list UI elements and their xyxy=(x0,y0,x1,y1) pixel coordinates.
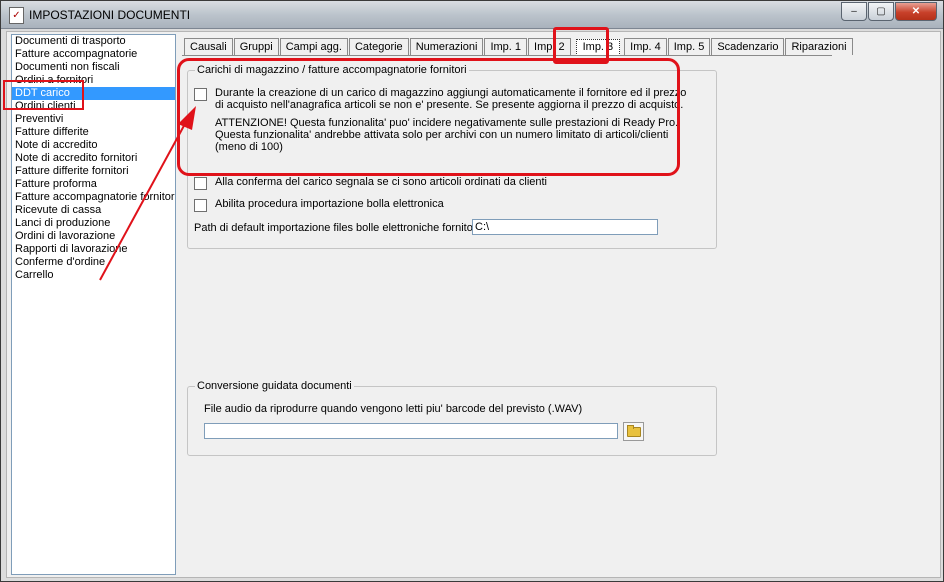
list-item[interactable]: Fatture differite xyxy=(12,126,175,139)
title-bar[interactable]: ✓ IMPOSTAZIONI DOCUMENTI ‒ ▢ ✕ xyxy=(1,1,943,29)
list-item[interactable]: DDT carico xyxy=(12,87,175,100)
ordered-items-option[interactable]: Alla conferma del carico segnala se ci s… xyxy=(194,176,547,190)
warning-line-3: (meno di 100) xyxy=(215,141,283,153)
list-item[interactable]: Ordini di lavorazione xyxy=(12,230,175,243)
list-item[interactable]: Ordini a fornitori xyxy=(12,74,175,87)
import-path-input[interactable] xyxy=(472,219,658,235)
settings-window: ✓ IMPOSTAZIONI DOCUMENTI ‒ ▢ ✕ Documenti… xyxy=(0,0,944,582)
e-delivery-checkbox[interactable] xyxy=(194,199,207,212)
tab-imp-2[interactable]: Imp. 2 xyxy=(528,38,571,55)
warning-line-2: Questa funzionalita' andrebbe attivata s… xyxy=(215,129,669,141)
ordered-items-label: Alla conferma del carico segnala se ci s… xyxy=(215,176,548,188)
folder-icon xyxy=(627,425,641,437)
import-path-label: Path di default importazione files bolle… xyxy=(194,222,479,234)
browse-folder-button[interactable] xyxy=(623,422,644,441)
client-area: Documenti di trasporto Fatture accompagna… xyxy=(6,31,941,578)
e-delivery-label: Abilita procedura importazione bolla ele… xyxy=(215,198,444,210)
tab-campi-agg[interactable]: Campi agg. xyxy=(279,38,348,55)
conversione-group: Conversione guidata documenti File audio… xyxy=(187,380,717,456)
auto-supplier-option[interactable]: Durante la creazione di un carico di mag… xyxy=(194,87,686,153)
list-item[interactable]: Preventivi xyxy=(12,113,175,126)
ordered-items-checkbox[interactable] xyxy=(194,177,207,190)
carichi-group-title: Carichi di magazzino / fatture accompagn… xyxy=(195,64,469,76)
audio-file-input[interactable] xyxy=(204,423,618,439)
auto-supplier-checkbox[interactable] xyxy=(194,88,207,101)
window-controls: ‒ ▢ ✕ xyxy=(840,2,937,21)
tab-imp-1[interactable]: Imp. 1 xyxy=(484,38,528,55)
tab-scadenzario[interactable]: Scadenzario xyxy=(711,38,785,55)
list-item[interactable]: Note di accredito fornitori xyxy=(12,152,175,165)
auto-supplier-label-1: Durante la creazione di un carico di mag… xyxy=(215,87,687,99)
tab-strip: Causali Gruppi Campi agg. Categorie Numerazi… xyxy=(184,38,854,56)
list-item[interactable]: Fatture differite fornitori xyxy=(12,165,175,178)
tab-numerazioni[interactable]: Numerazioni xyxy=(409,38,484,55)
list-item[interactable]: Rapporti di lavorazione xyxy=(12,243,175,256)
carichi-group: Carichi di magazzino / fatture accompagn… xyxy=(187,64,717,249)
list-item[interactable]: Fatture proforma xyxy=(12,178,175,191)
tab-riparazioni[interactable]: Riparazioni xyxy=(785,38,853,55)
list-item[interactable]: Ricevute di cassa xyxy=(12,204,175,217)
document-type-list[interactable]: Documenti di trasporto Fatture accompagna… xyxy=(11,34,176,575)
tab-imp-4[interactable]: Imp. 4 xyxy=(624,38,667,55)
list-item[interactable]: Carrello xyxy=(12,269,175,282)
list-item[interactable]: Documenti di trasporto xyxy=(12,35,175,48)
list-item[interactable]: Note di accredito xyxy=(12,139,175,152)
list-item[interactable]: Fatture accompagnatorie fornitori xyxy=(12,191,175,204)
list-item[interactable]: Documenti non fiscali xyxy=(12,61,175,74)
list-item[interactable]: Conferme d'ordine xyxy=(12,256,175,269)
tab-categorie[interactable]: Categorie xyxy=(348,38,409,55)
warning-line-1: ATTENZIONE! Questa funzionalita' puo' in… xyxy=(215,117,679,129)
audio-file-label: File audio da riprodurre quando vengono … xyxy=(204,403,583,415)
close-button[interactable]: ✕ xyxy=(895,2,937,21)
minimize-button[interactable]: ‒ xyxy=(841,2,867,21)
tab-gruppi[interactable]: Gruppi xyxy=(233,38,279,55)
e-delivery-option[interactable]: Abilita procedura importazione bolla ele… xyxy=(194,198,444,212)
list-item[interactable]: Fatture accompagnatorie xyxy=(12,48,175,61)
list-item[interactable]: Ordini clienti xyxy=(12,100,175,113)
tab-page-imp3: Carichi di magazzino / fatture accompagn… xyxy=(182,55,832,576)
window-title: IMPOSTAZIONI DOCUMENTI xyxy=(29,8,191,22)
document-icon: ✓ xyxy=(9,7,24,24)
auto-supplier-label-2: di acquisto nell'anagrafica articoli se … xyxy=(215,99,684,111)
conversione-group-title: Conversione guidata documenti xyxy=(195,380,354,392)
maximize-button[interactable]: ▢ xyxy=(868,2,894,21)
list-item[interactable]: Lanci di produzione xyxy=(12,217,175,230)
tab-imp-5[interactable]: Imp. 5 xyxy=(667,38,711,55)
tab-imp-3[interactable]: Imp. 3 xyxy=(575,39,621,56)
tab-causali[interactable]: Causali xyxy=(184,38,233,55)
